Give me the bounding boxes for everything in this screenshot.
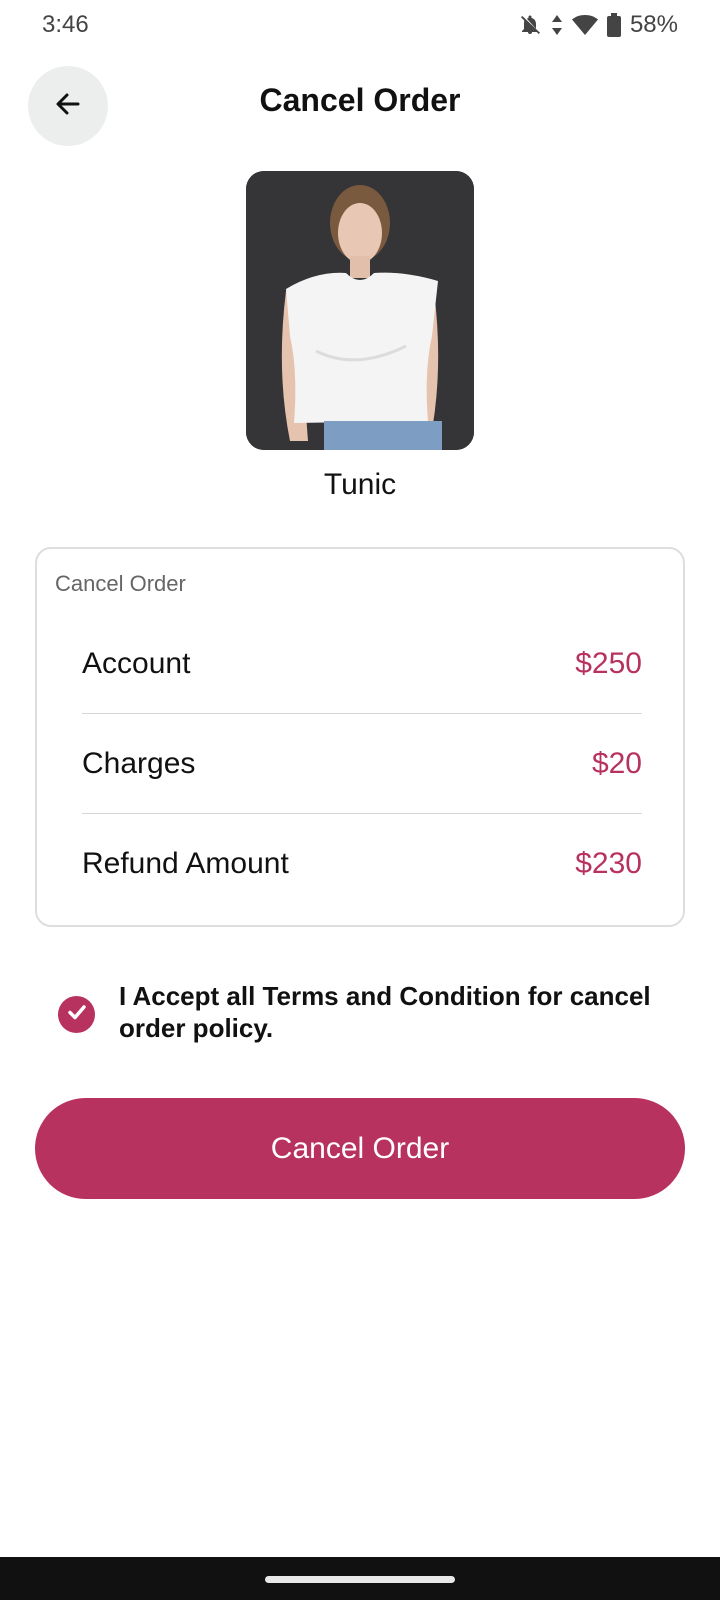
product-name: Tunic [323, 468, 397, 501]
order-summary-card: Cancel Order Account $250 Charges $20 Re… [35, 547, 685, 927]
row-value: $250 [575, 646, 642, 680]
data-arrows-icon [550, 13, 564, 37]
row-label: Refund Amount [82, 847, 289, 880]
summary-row-charges: Charges $20 [82, 714, 642, 814]
row-value: $230 [575, 847, 642, 880]
terms-checkbox[interactable] [58, 996, 95, 1033]
page-title: Cancel Order [259, 82, 461, 118]
summary-row-account: Account $250 [82, 614, 642, 714]
row-label: Charges [82, 746, 196, 780]
wifi-icon [571, 13, 598, 37]
row-label: Account [82, 646, 191, 680]
navigation-bar [0, 1557, 720, 1600]
status-time: 3:46 [42, 11, 89, 38]
bell-off-icon [518, 13, 542, 37]
battery-percent: 58% [629, 11, 678, 38]
status-icons: 58% [518, 11, 678, 39]
cancel-order-button[interactable]: Cancel Order [35, 1098, 685, 1199]
product-image [246, 171, 474, 450]
cancel-order-screen: 3:46 58% Cancel Order Tunic Cancel Order… [0, 0, 720, 1600]
terms-text: I Accept all Terms and Condition for can… [119, 981, 651, 1043]
home-indicator[interactable] [265, 1576, 455, 1583]
battery-icon [606, 12, 622, 38]
card-label: Cancel Order [55, 571, 186, 596]
status-bar: 3:46 58% [0, 0, 720, 50]
terms-agreement: I Accept all Terms and Condition for can… [58, 980, 658, 1044]
check-icon [66, 1001, 88, 1028]
summary-row-refund-amount: Refund Amount $230 [82, 814, 642, 914]
row-value: $20 [591, 746, 642, 780]
